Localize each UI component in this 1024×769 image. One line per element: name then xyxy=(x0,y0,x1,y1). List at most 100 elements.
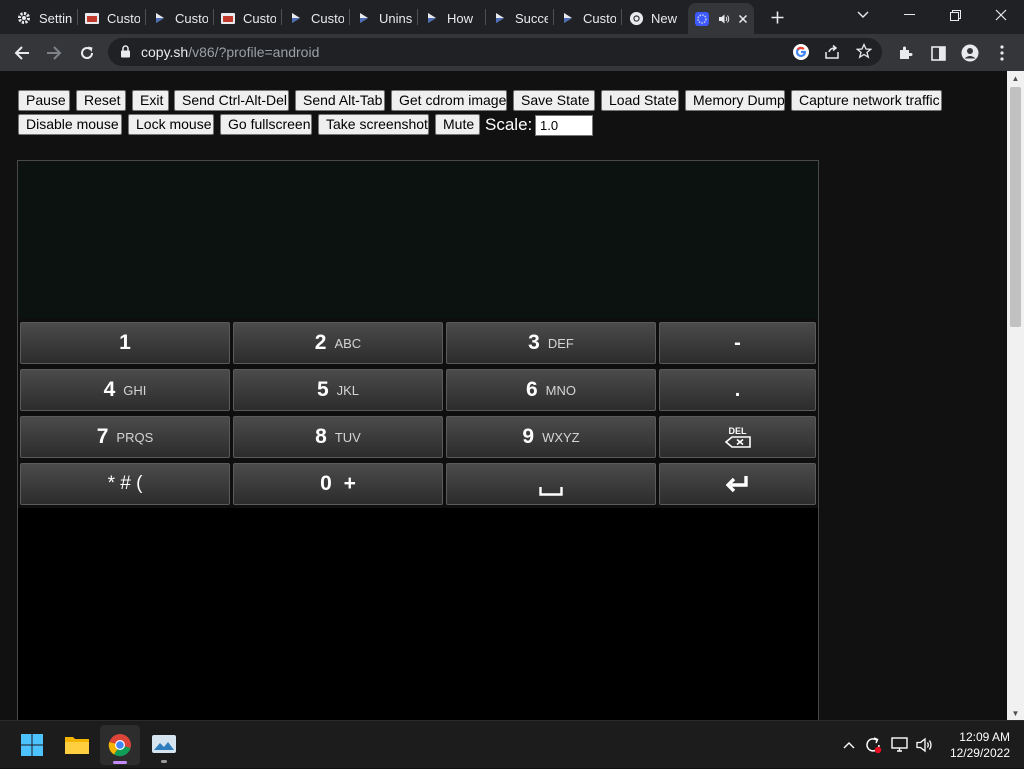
lock-icon xyxy=(120,45,131,63)
chrome-taskbar-button[interactable] xyxy=(100,725,140,765)
close-window-button[interactable] xyxy=(978,0,1024,30)
mute-button[interactable]: Mute xyxy=(435,114,480,135)
scale-input[interactable]: 1.0 xyxy=(535,115,593,136)
lock-mouse-button[interactable]: Lock mouse xyxy=(128,114,214,135)
pause-button[interactable]: Pause xyxy=(18,90,70,111)
volume-button[interactable] xyxy=(914,721,936,769)
network-icon xyxy=(891,737,908,752)
key-delete[interactable]: DEL xyxy=(659,416,816,458)
key-0[interactable]: 0 + xyxy=(233,463,443,505)
photos-taskbar-button[interactable] xyxy=(144,725,184,765)
tab-search-button[interactable] xyxy=(840,0,886,30)
tab-custom-2[interactable]: Custo xyxy=(152,4,208,32)
play-icon xyxy=(492,10,508,26)
get-cdrom-image-button[interactable]: Get cdrom image xyxy=(391,90,507,111)
play-icon xyxy=(152,10,168,26)
send-alt-tab-button[interactable]: Send Alt-Tab xyxy=(295,90,385,111)
key-digit: 2 xyxy=(314,331,327,354)
start-button[interactable] xyxy=(12,725,52,765)
key-dash[interactable]: - xyxy=(659,322,816,364)
sync-status-button[interactable] xyxy=(862,721,884,769)
key-8[interactable]: 8 TUV xyxy=(233,416,443,458)
running-indicator xyxy=(161,760,167,763)
back-button[interactable] xyxy=(8,39,36,67)
scroll-down-arrow[interactable]: ▼ xyxy=(1007,706,1024,720)
key-digit: 7 xyxy=(96,425,109,448)
key-2[interactable]: 2 ABC xyxy=(233,322,443,364)
chevron-up-icon xyxy=(843,742,855,749)
page-scrollbar[interactable]: ▲ ▼ xyxy=(1007,71,1024,720)
key-dot[interactable]: . xyxy=(659,369,816,411)
reload-button[interactable] xyxy=(73,39,101,67)
key-letters: DEF xyxy=(547,335,574,351)
tab-custom-3[interactable]: Custo xyxy=(220,4,276,32)
sync-icon xyxy=(866,737,882,754)
load-state-button[interactable]: Load State xyxy=(601,90,679,111)
key-6[interactable]: 6 MNO xyxy=(446,369,656,411)
key-digit: 0 + xyxy=(320,472,356,495)
side-panel-button[interactable] xyxy=(924,39,952,67)
scroll-thumb[interactable] xyxy=(1010,87,1021,327)
key-5[interactable]: 5 JKL xyxy=(233,369,443,411)
key-space[interactable] xyxy=(446,463,656,505)
backspace-icon xyxy=(724,435,751,448)
tab-v86-active[interactable] xyxy=(688,3,754,34)
key-enter[interactable] xyxy=(659,463,816,505)
go-fullscreen-button[interactable]: Go fullscreen xyxy=(220,114,312,135)
tab-success[interactable]: Succe xyxy=(492,4,548,32)
memory-dump-button[interactable]: Memory Dump xyxy=(685,90,785,111)
extensions-button[interactable] xyxy=(892,39,920,67)
key-3[interactable]: 3 DEF xyxy=(446,322,656,364)
minimize-button[interactable] xyxy=(886,0,932,30)
reset-button[interactable]: Reset xyxy=(76,90,126,111)
bookmark-star-icon[interactable] xyxy=(855,42,873,64)
send-ctrl-alt-del-button[interactable]: Send Ctrl-Alt-Del xyxy=(174,90,289,111)
save-state-button[interactable]: Save State xyxy=(513,90,595,111)
tab-custom-4[interactable]: Custo xyxy=(288,4,344,32)
restore-button[interactable] xyxy=(932,0,978,30)
address-bar[interactable]: copy.sh/v86/?profile=android xyxy=(108,38,882,66)
key-9[interactable]: 9 WXYZ xyxy=(446,416,656,458)
windows-taskbar: 12:09 AM 12/29/2022 xyxy=(0,720,1024,768)
tab-label: Unins xyxy=(379,10,412,26)
new-tab-button[interactable] xyxy=(766,6,788,28)
tab-how[interactable]: How xyxy=(424,4,480,32)
share-icon[interactable] xyxy=(824,44,840,65)
tab-custom-1[interactable]: Custo xyxy=(84,4,140,32)
arrow-left-icon xyxy=(14,46,29,60)
tab-label: Succe xyxy=(515,10,548,26)
tab-divider xyxy=(485,9,486,25)
tab-settings[interactable]: Settin xyxy=(16,4,72,32)
tab-new[interactable]: New xyxy=(628,4,684,32)
tab-custom-5[interactable]: Custo xyxy=(560,4,616,32)
tab-uninstall[interactable]: Unins xyxy=(356,4,412,32)
disable-mouse-button[interactable]: Disable mouse xyxy=(18,114,122,135)
system-clock[interactable]: 12:09 AM 12/29/2022 xyxy=(950,729,1010,761)
emulator-screen[interactable]: 1 2 ABC 3 DEF - 4 GHI 5 JKL 6 MNO . 7 PR… xyxy=(17,160,819,720)
key-4[interactable]: 4 GHI xyxy=(20,369,230,411)
exit-button[interactable]: Exit xyxy=(132,90,169,111)
url-text: copy.sh/v86/?profile=android xyxy=(141,44,319,60)
volume-icon xyxy=(916,737,932,753)
take-screenshot-button[interactable]: Take screenshot xyxy=(318,114,429,135)
menu-button[interactable] xyxy=(988,39,1016,67)
chevron-down-icon xyxy=(857,11,869,18)
file-explorer-button[interactable] xyxy=(57,725,97,765)
key-symbols[interactable]: * # ( xyxy=(20,463,230,505)
scroll-up-arrow[interactable]: ▲ xyxy=(1007,71,1024,85)
forward-button[interactable] xyxy=(40,39,68,67)
tray-overflow-button[interactable] xyxy=(840,721,858,769)
key-letters: GHI xyxy=(123,382,147,398)
profile-icon xyxy=(961,44,979,62)
arrow-right-icon xyxy=(47,46,62,60)
key-digit: 4 xyxy=(103,378,116,401)
browser-toolbar: copy.sh/v86/?profile=android xyxy=(0,34,1024,71)
network-button[interactable] xyxy=(889,721,911,769)
key-7[interactable]: 7 PRQS xyxy=(20,416,230,458)
capture-network-traffic-button[interactable]: Capture network traffic xyxy=(791,90,942,111)
key-1[interactable]: 1 xyxy=(20,322,230,364)
profile-button[interactable] xyxy=(956,39,984,67)
tab-divider xyxy=(213,9,214,25)
close-icon[interactable] xyxy=(735,11,751,27)
google-icon[interactable] xyxy=(792,43,810,66)
